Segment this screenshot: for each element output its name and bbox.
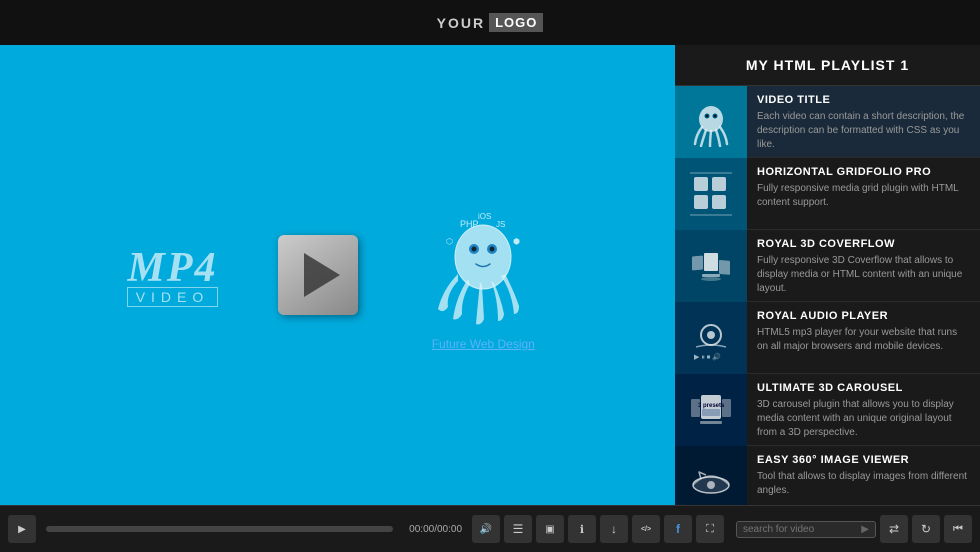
play-icon [18, 523, 26, 535]
playlist-item-desc-1: Fully responsive media grid plugin with … [757, 182, 970, 210]
playlist-item-title-1: HORIZONTAL GRIDFOLIO PRO [757, 166, 970, 178]
subtitle-icon: ▣ [545, 524, 554, 535]
playlist-info-5: EASY 360° IMAGE VIEWER Tool that allows … [747, 446, 980, 505]
playlist-item-desc-2: Fully responsive 3D Coverflow that allow… [757, 254, 970, 296]
volume-button[interactable]: 🔊 [472, 515, 500, 543]
thumb-audio-icon: ▶ ⏸ ⏹ 🔊 [686, 313, 736, 363]
playlist-item-title-4: ULTIMATE 3D CAROUSEL [757, 382, 970, 394]
logo-your: YOUR [437, 15, 485, 31]
playlist-thumb-3: ▶ ⏸ ⏹ 🔊 [675, 302, 747, 374]
svg-text:PHP: PHP [460, 219, 479, 229]
thumb-coverflow-icon [686, 241, 736, 291]
playlist-title: MY HTML PLAYLIST 1 [675, 45, 980, 86]
logo-box: LOGO [489, 13, 543, 32]
playlist-info-3: ROYAL AUDIO PLAYER HTML5 mp3 player for … [747, 302, 980, 373]
mp4-logo: MP4 VIDEO [127, 244, 219, 307]
playlist-item-1[interactable]: HORIZONTAL GRIDFOLIO PRO Fully responsiv… [675, 158, 980, 230]
playlist-item-2[interactable]: ROYAL 3D COVERFLOW Fully responsive 3D C… [675, 230, 980, 302]
prev-icon: ⏮ [953, 523, 963, 536]
thumb-grid-icon [686, 169, 736, 219]
play-button-large[interactable] [278, 235, 358, 315]
playlist-item-3[interactable]: ▶ ⏸ ⏹ 🔊 ROYAL AUDIO PLAYER HTML5 mp3 pla… [675, 302, 980, 374]
play-triangle-icon [304, 253, 340, 297]
video-area: MP4 VIDEO [0, 45, 675, 505]
playlist-item-5[interactable]: EASY 360° IMAGE VIEWER Tool that allows … [675, 446, 980, 505]
fullscreen-button[interactable]: ⛶ [696, 515, 724, 543]
video-center: MP4 VIDEO [0, 199, 675, 351]
svg-text:JS: JS [496, 220, 505, 229]
info-button[interactable]: ℹ [568, 515, 596, 543]
repeat-icon: ↻ [921, 522, 931, 536]
search-container: ▶ [736, 521, 876, 538]
octopus-icon: PHP iOS JS ⬡ ⬢ [418, 199, 548, 329]
facebook-icon: f [676, 522, 680, 536]
video-text: VIDEO [127, 287, 219, 307]
playlist-item-desc-4: 3D carousel plugin that allows you to di… [757, 398, 970, 440]
playlist-icon [513, 522, 524, 536]
playlist-item-desc-5: Tool that allows to display images from … [757, 470, 970, 498]
svg-text:⬢: ⬢ [513, 237, 520, 246]
playlist-info-2: ROYAL 3D COVERFLOW Fully responsive 3D C… [747, 230, 980, 301]
playlist-thumb-5 [675, 446, 747, 505]
future-web-text: Future Web Design [432, 337, 535, 351]
search-arrow-icon: ▶ [861, 524, 869, 535]
playlist-info-0: VIDEO TITLE Each video can contain a sho… [747, 86, 980, 157]
playlist-item-title-5: EASY 360° IMAGE VIEWER [757, 454, 970, 466]
sidebar-playlist: MY HTML PLAYLIST 1 VIDEO TITLE Each vide… [675, 45, 980, 505]
download-icon: ↓ [611, 522, 617, 536]
playlist-thumb-4: 3 presets [675, 374, 747, 446]
time-display: 00:00/00:00 [403, 524, 468, 535]
repeat-button[interactable]: ↻ [912, 515, 940, 543]
shuffle-button[interactable]: ⇄ [880, 515, 908, 543]
progress-bar[interactable] [46, 526, 393, 532]
playlist-item-4[interactable]: 3 presets ULTIMATE 3D CAROUSEL 3D carous… [675, 374, 980, 446]
svg-text:▶ ⏸ ⏹ 🔊: ▶ ⏸ ⏹ 🔊 [694, 352, 721, 361]
embed-button[interactable]: </> [632, 515, 660, 543]
playlist-button[interactable] [504, 515, 532, 543]
embed-icon: </> [641, 526, 651, 533]
playlist-info-4: ULTIMATE 3D CAROUSEL 3D carousel plugin … [747, 374, 980, 445]
fullscreen-icon: ⛶ [706, 523, 714, 536]
subtitle-button[interactable]: ▣ [536, 515, 564, 543]
svg-text:3 presets: 3 presets [698, 403, 725, 409]
thumb-viewer-icon [686, 457, 736, 505]
playlist-thumb-2 [675, 230, 747, 302]
prev-button[interactable]: ⏮ [944, 515, 972, 543]
thumb-octopus-icon [686, 97, 736, 147]
download-button[interactable]: ↓ [600, 515, 628, 543]
thumb-carousel-icon: 3 presets [686, 385, 736, 435]
mp4-text: MP4 [127, 244, 219, 292]
info-icon: ℹ [580, 523, 584, 536]
playlist-thumb-1 [675, 158, 747, 230]
playlist-item-desc-0: Each video can contain a short descripti… [757, 110, 970, 152]
playlist-info-1: HORIZONTAL GRIDFOLIO PRO Fully responsiv… [747, 158, 980, 229]
volume-icon: 🔊 [480, 524, 492, 535]
playlist-item-title-0: VIDEO TITLE [757, 94, 970, 106]
main-content: MP4 VIDEO [0, 45, 980, 505]
octopus-area: PHP iOS JS ⬡ ⬢ Future Web Design [418, 199, 548, 351]
playlist-item-title-3: ROYAL AUDIO PLAYER [757, 310, 970, 322]
svg-text:iOS: iOS [478, 212, 491, 221]
bottom-controls: 00:00/00:00 🔊 ▣ ℹ ↓ </> f ⛶ ▶ ⇄ ↻ [0, 505, 980, 552]
shuffle-icon: ⇄ [889, 522, 899, 536]
search-input[interactable] [743, 524, 861, 535]
top-bar: YOUR LOGO [0, 0, 980, 45]
playlist-item-title-2: ROYAL 3D COVERFLOW [757, 238, 970, 250]
playlist-item-0[interactable]: VIDEO TITLE Each video can contain a sho… [675, 86, 980, 158]
play-button[interactable] [8, 515, 36, 543]
logo: YOUR LOGO [437, 13, 544, 32]
playlist-thumb-0 [675, 86, 747, 158]
svg-text:⬡: ⬡ [446, 237, 453, 246]
playlist-item-desc-3: HTML5 mp3 player for your website that r… [757, 326, 970, 354]
facebook-button[interactable]: f [664, 515, 692, 543]
